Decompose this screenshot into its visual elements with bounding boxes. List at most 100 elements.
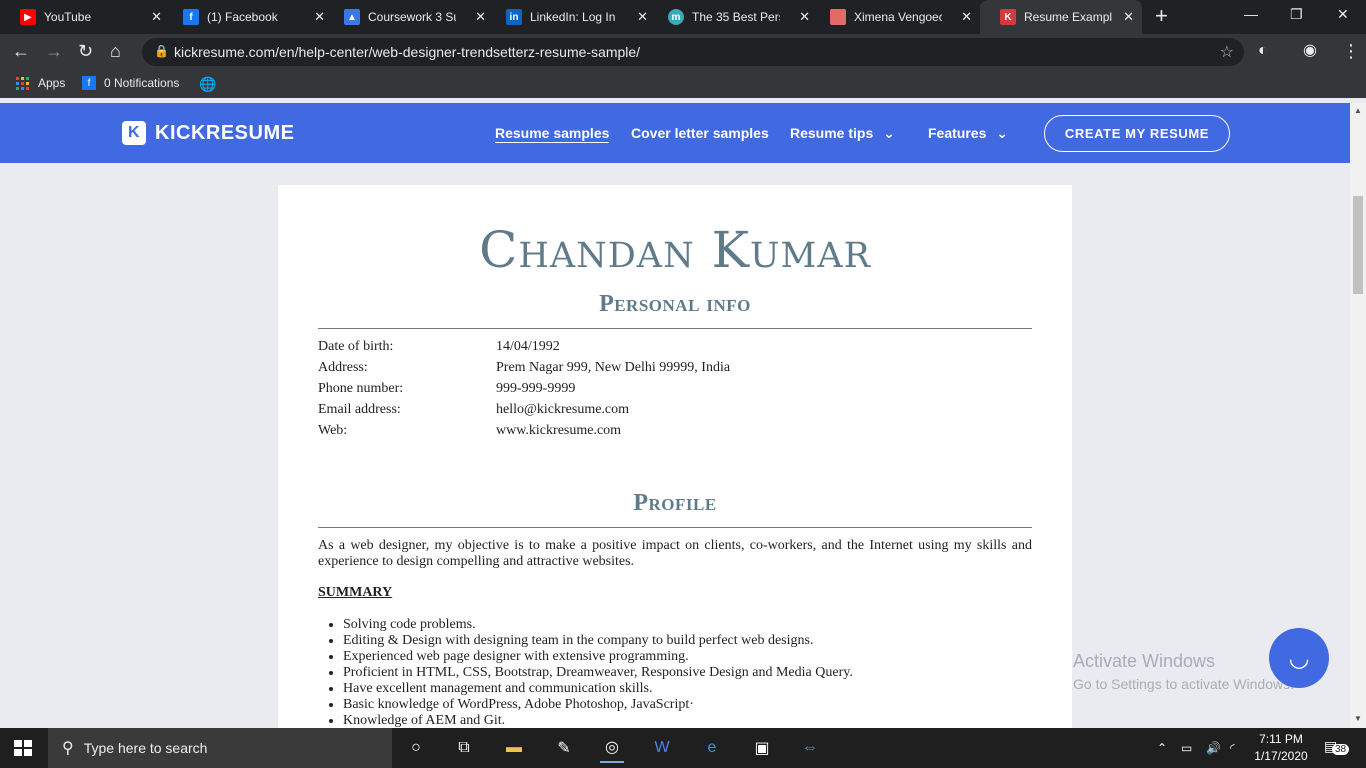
- word-icon[interactable]: W: [650, 736, 674, 760]
- page-scrollbar[interactable]: ▲ ▼: [1350, 103, 1366, 728]
- chat-launcher-button[interactable]: ◡: [1269, 628, 1329, 688]
- system-clock[interactable]: 7:11 PM 1/17/2020: [1253, 731, 1309, 765]
- edge-icon[interactable]: e: [700, 736, 724, 760]
- bookmark-star-icon[interactable]: ☆: [1220, 42, 1234, 62]
- restore-icon[interactable]: ❐: [1290, 6, 1303, 23]
- nav-features[interactable]: Features ⌄: [928, 125, 1008, 142]
- close-icon[interactable]: ✕: [637, 9, 648, 25]
- action-center-icon[interactable]: ▤ 38: [1324, 738, 1350, 755]
- volume-icon[interactable]: 🔊: [1206, 741, 1221, 755]
- search-placeholder: Type here to search: [83, 740, 208, 756]
- info-row: Email address: hello@kickresume.com: [318, 402, 629, 418]
- close-icon[interactable]: ✕: [961, 9, 972, 25]
- file-explorer-icon[interactable]: ▬: [502, 736, 526, 760]
- taskbar-search[interactable]: ⚲ Type here to search: [48, 728, 392, 768]
- tray-chevron-icon[interactable]: ⌃: [1157, 741, 1167, 755]
- info-value: hello@kickresume.com: [496, 402, 630, 417]
- close-icon[interactable]: ✕: [799, 9, 810, 25]
- logo-mark: K: [122, 121, 146, 145]
- close-icon[interactable]: ✕: [151, 9, 162, 25]
- info-value: 999-999-9999: [496, 381, 576, 396]
- minimize-icon[interactable]: —: [1244, 6, 1258, 22]
- tab-resume-examples[interactable]: K Resume Examples ✕: [980, 0, 1142, 34]
- kickresume-icon: K: [1000, 9, 1016, 25]
- nav-resume-tips[interactable]: Resume tips ⌄: [790, 125, 895, 142]
- menu-icon[interactable]: ⋮: [1342, 40, 1360, 62]
- windows-start-icon[interactable]: [14, 740, 32, 756]
- paint-icon[interactable]: ✎: [552, 736, 576, 760]
- resume-name: Chandan Kumar: [479, 221, 871, 279]
- nav-cover-letter-samples[interactable]: Cover letter samples: [631, 125, 769, 141]
- logo-text: KICKRESUME: [155, 121, 295, 144]
- info-key: Date of birth:: [318, 339, 394, 354]
- tab-coursework[interactable]: ▲ Coursework 3 Sub ✕: [324, 0, 494, 34]
- bookmarks-bar: Apps f 0 Notifications 🌐: [0, 70, 1366, 98]
- create-resume-button[interactable]: CREATE MY RESUME: [1044, 115, 1230, 152]
- nav-resume-samples[interactable]: Resume samples: [495, 125, 610, 143]
- lock-icon: 🔒: [154, 44, 169, 58]
- tab-label: The 35 Best Person: [692, 10, 780, 24]
- list-item: Proficient in HTML, CSS, Bootstrap, Drea…: [343, 665, 853, 681]
- divider: [318, 527, 1032, 528]
- classroom-icon: ▲: [344, 9, 360, 25]
- teamviewer-icon[interactable]: ⇔: [798, 736, 822, 760]
- scrollbar-thumb[interactable]: [1353, 196, 1363, 294]
- site-header: K KICKRESUME Resume samples Cover letter…: [0, 103, 1350, 163]
- window-close-icon[interactable]: ✕: [1337, 6, 1349, 23]
- globe-icon[interactable]: 🌐: [199, 76, 216, 93]
- kickresume-logo[interactable]: K KICKRESUME: [122, 121, 294, 145]
- tab-best-person[interactable]: m The 35 Best Person ✕: [648, 0, 818, 34]
- list-item: Basic knowledge of WordPress, Adobe Phot…: [343, 697, 853, 713]
- personal-info-heading: Personal info: [599, 291, 751, 317]
- extension-icon[interactable]: ◐: [1258, 40, 1268, 62]
- info-row: Phone number: 999-999-9999: [318, 381, 575, 397]
- info-value: 14/04/1992: [496, 339, 560, 354]
- resume-document: Chandan Kumar Personal info Date of birt…: [278, 185, 1072, 728]
- forward-icon[interactable]: →: [45, 40, 63, 62]
- tab-ximena[interactable]: Ximena Vengoech ✕: [810, 0, 980, 34]
- linkedin-icon: in: [506, 9, 522, 25]
- summary-list: Solving code problems. Editing & Design …: [343, 617, 853, 728]
- notification-count: 38: [1332, 744, 1350, 755]
- nav-label: Resume tips: [790, 125, 874, 141]
- home-icon[interactable]: ⌂: [110, 40, 121, 62]
- cortana-icon[interactable]: ○: [404, 736, 428, 760]
- browser-toolbar: ← → ↻ ⌂ 🔒 kickresume.com/en/help-center/…: [0, 34, 1366, 70]
- new-tab-icon[interactable]: +: [1155, 5, 1168, 27]
- scroll-down-icon[interactable]: ▼: [1354, 714, 1362, 723]
- chrome-icon[interactable]: ◎: [600, 733, 624, 763]
- battery-icon[interactable]: ▭: [1181, 741, 1192, 755]
- info-row: Date of birth: 14/04/1992: [318, 339, 560, 355]
- tab-linkedin[interactable]: in LinkedIn: Log In or ✕: [486, 0, 656, 34]
- activate-windows-watermark: Activate Windows Go to Settings to activ…: [1073, 651, 1294, 692]
- info-row: Web: www.kickresume.com: [318, 423, 621, 439]
- profile-heading: Profile: [633, 490, 717, 516]
- info-value: Prem Nagar 999, New Delhi 99999, India: [496, 360, 731, 375]
- clock-date: 1/17/2020: [1254, 749, 1308, 763]
- tab-youtube[interactable]: ▶ YouTube ✕: [0, 0, 170, 34]
- close-icon[interactable]: ✕: [1123, 9, 1134, 25]
- back-icon[interactable]: ←: [12, 40, 30, 62]
- apps-grid-icon: [16, 76, 29, 90]
- facebook-icon: f: [82, 76, 96, 90]
- site-icon: m: [668, 9, 684, 25]
- wifi-icon[interactable]: ◜: [1230, 741, 1235, 755]
- nav-label: Features: [928, 125, 987, 141]
- tab-label: YouTube: [44, 10, 92, 24]
- bookmark-apps[interactable]: Apps: [16, 76, 65, 90]
- browser-tabbar: ▶ YouTube ✕ f (1) Facebook ✕ ▲ Coursewor…: [0, 0, 1366, 34]
- teams-icon[interactable]: ▣: [750, 736, 774, 760]
- profile-text: As a web designer, my objective is to ma…: [318, 538, 1032, 569]
- scroll-up-icon[interactable]: ▲: [1354, 106, 1362, 115]
- bookmark-label: Apps: [38, 76, 66, 90]
- close-icon[interactable]: ✕: [475, 9, 486, 25]
- address-bar[interactable]: 🔒 kickresume.com/en/help-center/web-desi…: [142, 38, 1244, 66]
- profile-avatar[interactable]: ◉: [1303, 40, 1317, 62]
- reload-icon[interactable]: ↻: [78, 40, 93, 62]
- bookmark-notifications[interactable]: f 0 Notifications: [82, 76, 179, 90]
- list-item: Have excellent management and communicat…: [343, 681, 853, 697]
- tab-facebook[interactable]: f (1) Facebook ✕: [163, 0, 333, 34]
- info-row: Address: Prem Nagar 999, New Delhi 99999,…: [318, 360, 730, 376]
- watermark-subtitle: Go to Settings to activate Windows.: [1073, 676, 1294, 692]
- task-view-icon[interactable]: ⧉: [452, 736, 476, 760]
